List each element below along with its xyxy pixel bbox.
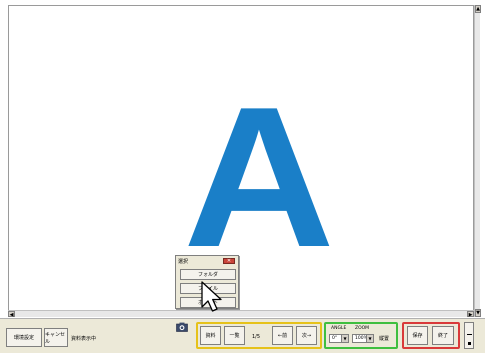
document-viewer[interactable]: A	[8, 5, 474, 315]
env-settings-button[interactable]: 環境設定	[6, 328, 42, 347]
vertical-button[interactable]: 縦置	[379, 335, 389, 342]
page-indicator: 1/5	[252, 334, 261, 340]
document-letter: A	[183, 66, 335, 289]
chevron-down-icon: ▼	[341, 335, 348, 342]
angle-value: 0°	[332, 336, 338, 341]
scroll-down-arrow-icon[interactable]: ▼	[475, 309, 481, 317]
chevron-down-icon: ▼	[366, 335, 373, 342]
minimize-icon	[467, 334, 472, 335]
angle-label: ANGLE	[331, 326, 347, 331]
zoom-label: ZOOM	[355, 326, 370, 331]
document-button[interactable]: 資料	[200, 326, 221, 345]
list-button[interactable]: 一覧	[224, 326, 245, 345]
zoom-select[interactable]: 100% ▼	[352, 334, 374, 343]
scroll-up-arrow-icon[interactable]: ▲	[475, 5, 481, 13]
window-size-control[interactable]	[464, 322, 474, 349]
vertical-scrollbar[interactable]: ▲ ▼	[474, 5, 481, 317]
close-icon[interactable]: ✕	[223, 258, 235, 264]
dialog-title: 選択	[178, 259, 189, 265]
restore-icon	[468, 342, 471, 345]
save-button[interactable]: 保存	[407, 326, 428, 345]
status-text: 資料表示中	[71, 336, 97, 342]
camera-icon[interactable]	[176, 322, 188, 332]
folder-option-button[interactable]: フォルダ	[180, 269, 236, 280]
prev-button[interactable]: ←前	[272, 326, 293, 345]
bottom-toolbar: 環境設定 キャンセル 資料表示中 資料 一覧 1/5 ←前 次→ ANGLE Z…	[0, 318, 485, 353]
mouse-pointer-icon	[201, 281, 222, 312]
scroll-right-arrow-icon[interactable]: ▶	[467, 311, 474, 318]
scroll-left-arrow-icon[interactable]: ◀	[8, 311, 15, 318]
angle-select[interactable]: 0° ▼	[329, 334, 349, 343]
exit-button[interactable]: 終了	[432, 326, 454, 345]
horizontal-scrollbar[interactable]: ◀ ▶	[8, 310, 474, 318]
cancel-button[interactable]: キャンセル	[44, 328, 68, 347]
next-button[interactable]: 次→	[296, 326, 317, 345]
